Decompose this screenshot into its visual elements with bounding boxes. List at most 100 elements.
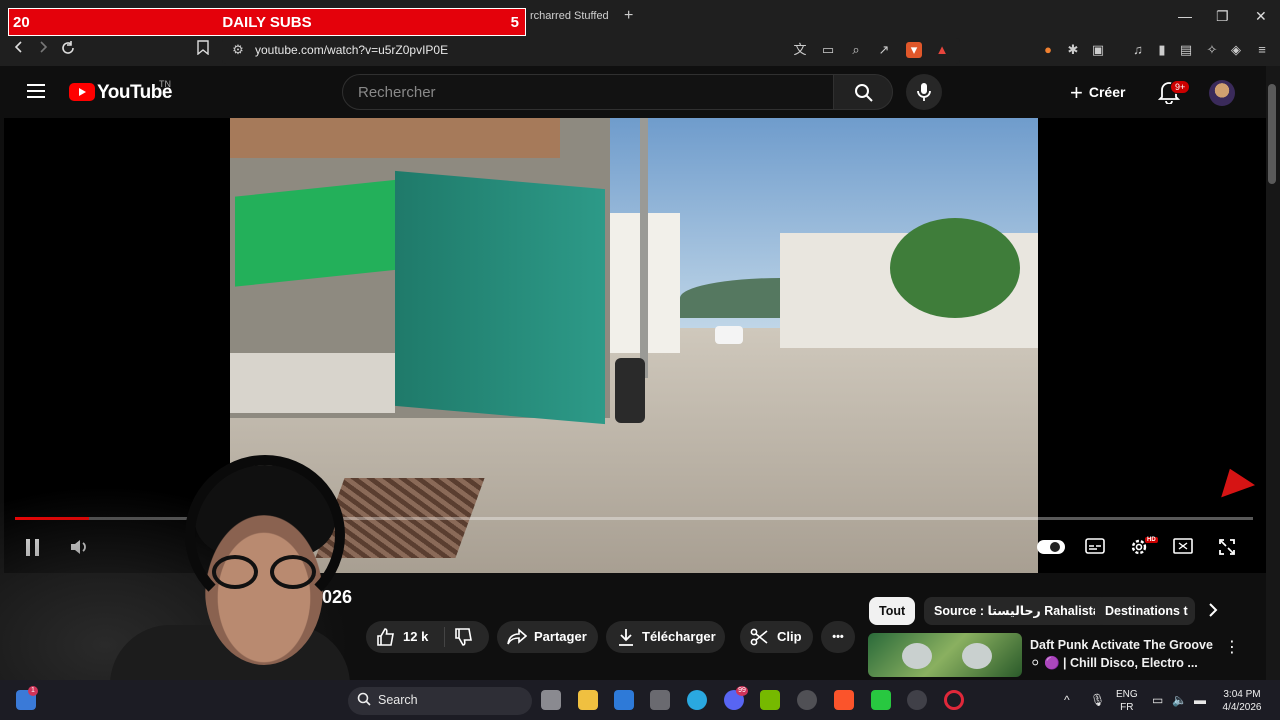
youtube-logo-icon[interactable] bbox=[69, 83, 95, 101]
leo-ai-icon[interactable]: ✧ bbox=[1204, 42, 1220, 58]
chip-source[interactable]: Source : رحاليستا Rahalista bbox=[924, 597, 1110, 625]
page-scrollbar-thumb[interactable] bbox=[1268, 84, 1276, 184]
brave-rewards-icon[interactable]: ▲ bbox=[934, 42, 950, 58]
share-page-icon[interactable]: ↗ bbox=[876, 42, 892, 58]
language-indicator[interactable]: ENG FR bbox=[1116, 688, 1138, 714]
reload-icon[interactable] bbox=[60, 40, 76, 60]
video-motorbike bbox=[615, 358, 645, 423]
avatar[interactable] bbox=[1209, 80, 1235, 106]
url-text[interactable]: youtube.com/watch?v=u5rZ0pvIP0E bbox=[255, 43, 448, 57]
video-frame[interactable] bbox=[230, 118, 1038, 573]
app-icon[interactable] bbox=[650, 690, 670, 710]
maximize-button[interactable]: ❐ bbox=[1216, 8, 1229, 25]
cast-icon[interactable]: ▭ bbox=[820, 42, 836, 58]
microphone-icon bbox=[917, 83, 931, 101]
webcam-overlay bbox=[0, 455, 350, 683]
webcam-headset bbox=[185, 455, 345, 615]
subtitles-icon[interactable] bbox=[1085, 538, 1105, 559]
tray-microphone-icon[interactable]: 🎙 bbox=[1090, 693, 1105, 707]
country-code: TN bbox=[159, 79, 171, 89]
recommendation-title[interactable]: Daft Punk Activate The Groove ⚪ 🟣 | Chil… bbox=[1030, 636, 1220, 672]
address-bar-row bbox=[0, 36, 1280, 66]
speaker-icon[interactable]: 🔈 bbox=[1172, 693, 1187, 707]
store-icon[interactable] bbox=[614, 690, 634, 710]
wallet-card-icon[interactable]: ▤ bbox=[1178, 42, 1194, 58]
chip-destinations[interactable]: Destinations t bbox=[1095, 597, 1195, 625]
share-button[interactable]: Partager bbox=[497, 621, 598, 653]
download-label: Télécharger bbox=[642, 629, 716, 644]
zoom-icon[interactable]: ⌕ bbox=[848, 42, 864, 58]
file-explorer-icon[interactable] bbox=[578, 690, 598, 710]
obs-icon[interactable] bbox=[797, 690, 817, 710]
battery-icon[interactable]: ▬ bbox=[1194, 693, 1206, 707]
back-arrow-icon[interactable] bbox=[12, 40, 26, 58]
clock-time: 3:04 PM bbox=[1223, 689, 1261, 700]
notifications-badge: 9+ bbox=[1170, 80, 1191, 94]
miniplayer-icon[interactable] bbox=[1173, 538, 1193, 559]
fullscreen-icon[interactable] bbox=[1218, 538, 1236, 561]
create-button[interactable]: + Créer bbox=[1070, 80, 1125, 106]
download-button[interactable]: Télécharger bbox=[606, 621, 725, 653]
site-settings-icon[interactable]: ⚙ bbox=[230, 42, 246, 58]
create-label: Créer bbox=[1088, 84, 1126, 100]
wallet-icon[interactable]: ▣ bbox=[1090, 42, 1106, 58]
music-icon[interactable]: ♫ bbox=[1130, 42, 1146, 58]
task-view-icon[interactable] bbox=[541, 690, 561, 710]
windows-taskbar bbox=[0, 680, 1280, 720]
dislike-button[interactable] bbox=[454, 621, 474, 658]
discord-badge: 99 bbox=[736, 686, 748, 696]
thumbs-down-icon bbox=[455, 628, 472, 646]
network-icon[interactable]: ▭ bbox=[1152, 693, 1163, 707]
play-app-icon[interactable] bbox=[871, 690, 891, 710]
chips-next-chevron-icon[interactable] bbox=[1208, 603, 1218, 622]
language-line-1: ENG bbox=[1116, 689, 1138, 700]
vpn-icon[interactable]: ◈ bbox=[1228, 42, 1244, 58]
autoplay-toggle[interactable] bbox=[1037, 540, 1065, 554]
taskbar-search-label: Search bbox=[378, 693, 418, 707]
brave-icon[interactable] bbox=[834, 690, 854, 710]
recommendation-menu-icon[interactable]: ⋮ bbox=[1224, 637, 1240, 657]
browser-tab[interactable]: rcharred Stuffed P bbox=[530, 10, 610, 22]
clip-label: Clip bbox=[777, 629, 802, 644]
menu-icon[interactable] bbox=[27, 84, 45, 98]
more-icon: ••• bbox=[832, 631, 844, 643]
video-balcony bbox=[230, 353, 395, 413]
brave-shield-icon[interactable]: ▾ bbox=[906, 42, 922, 58]
overlay-title: DAILY SUBS bbox=[222, 14, 312, 31]
opera-gx-icon[interactable] bbox=[944, 690, 964, 710]
edge-icon[interactable] bbox=[687, 690, 707, 710]
sidebar-toggle-icon[interactable]: ▮ bbox=[1154, 42, 1170, 58]
video-car bbox=[715, 326, 743, 344]
video-teal-tarp bbox=[395, 170, 605, 425]
gamepad-app-icon[interactable] bbox=[907, 690, 927, 710]
chip-all[interactable]: Tout bbox=[869, 597, 916, 625]
search-button[interactable] bbox=[833, 74, 893, 110]
recommendation-thumbnail[interactable] bbox=[868, 633, 1022, 677]
forward-arrow-icon[interactable] bbox=[36, 40, 50, 58]
share-icon bbox=[507, 621, 528, 657]
video-roof bbox=[230, 118, 560, 158]
tray-overflow-chevron-icon[interactable]: ^ bbox=[1064, 693, 1070, 707]
taskbar-search[interactable] bbox=[348, 687, 532, 715]
clock[interactable]: 3:04 PM 4/4/2026 bbox=[1220, 688, 1264, 714]
more-actions-button[interactable]: ••• bbox=[821, 621, 855, 653]
nvidia-icon[interactable] bbox=[760, 690, 780, 710]
translate-icon[interactable]: 文 bbox=[792, 42, 808, 58]
browser-menu-icon[interactable]: ≡ bbox=[1254, 42, 1270, 58]
plus-icon: + bbox=[1070, 80, 1083, 105]
like-button[interactable] bbox=[376, 621, 396, 658]
minimize-button[interactable]: — bbox=[1178, 8, 1192, 24]
extensions-puzzle-icon[interactable]: ✱ bbox=[1065, 42, 1081, 58]
close-window-button[interactable]: ✕ bbox=[1255, 8, 1267, 25]
widgets-badge: 1 bbox=[28, 686, 38, 696]
clip-button[interactable]: Clip bbox=[740, 621, 813, 653]
scissors-icon bbox=[750, 621, 768, 657]
daily-subs-overlay: 20 DAILY SUBS 5 bbox=[8, 8, 526, 36]
voice-search-button[interactable] bbox=[906, 74, 942, 110]
bookmark-icon[interactable] bbox=[197, 40, 209, 59]
like-count[interactable]: 12 k bbox=[403, 621, 428, 653]
new-tab-button[interactable]: + bbox=[624, 7, 633, 25]
video-green-tarp bbox=[235, 179, 400, 287]
overlay-right-count: 5 bbox=[510, 14, 519, 31]
extension-icon[interactable]: ● bbox=[1040, 42, 1056, 58]
